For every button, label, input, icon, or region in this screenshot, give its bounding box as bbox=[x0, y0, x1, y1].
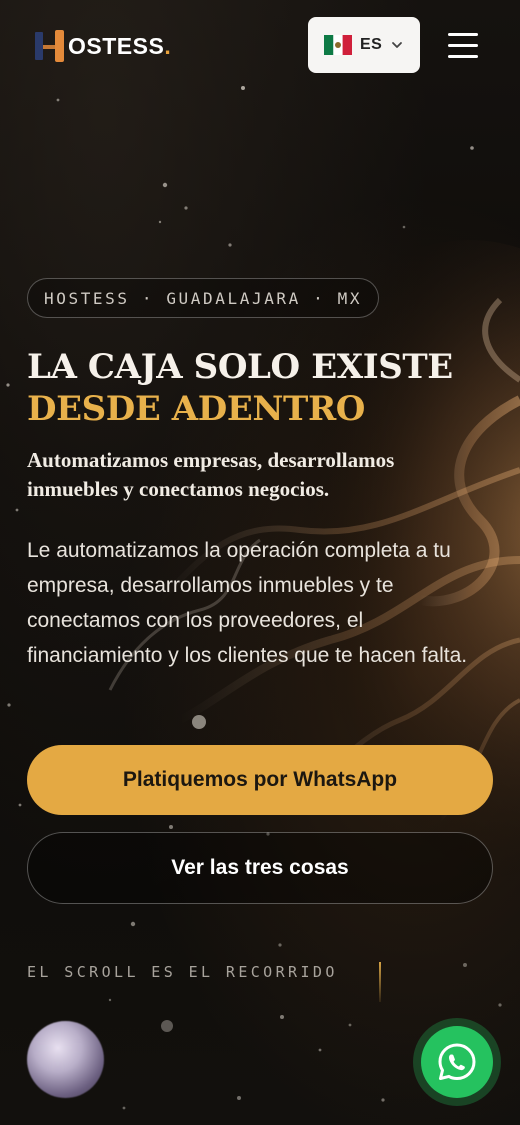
site-header: OSTESS. ES bbox=[0, 0, 520, 92]
chevron-down-icon bbox=[392, 42, 403, 48]
hero-subhead: Automatizamos empresas, desarrollamos in… bbox=[27, 448, 395, 501]
whatsapp-cta-button[interactable]: Platiquemos por WhatsApp bbox=[27, 745, 493, 815]
hamburger-menu-icon bbox=[448, 33, 478, 36]
page: OSTESS. ES HOSTESS · GUADALAJARA · MX LA… bbox=[0, 0, 520, 1125]
hero-headline: LA CAJA SOLO EXISTE DESDE ADENTRO bbox=[27, 346, 507, 430]
decorative-orb bbox=[27, 1021, 104, 1098]
hero-body-text: Le automatizamos la operación completa a… bbox=[27, 539, 468, 667]
whatsapp-icon bbox=[438, 1043, 476, 1080]
language-selector[interactable]: ES bbox=[308, 17, 420, 73]
hamburger-menu-button[interactable] bbox=[446, 30, 482, 60]
location-tag: HOSTESS · GUADALAJARA · MX bbox=[27, 278, 380, 318]
headline-line-2: DESDE ADENTRO bbox=[27, 389, 366, 429]
scroll-hint: EL SCROLL ES EL RECORRIDO bbox=[27, 963, 338, 981]
three-things-button[interactable]: Ver las tres cosas bbox=[27, 832, 493, 904]
scroll-indicator-line bbox=[379, 962, 381, 1002]
brand-logo[interactable]: OSTESS. bbox=[34, 26, 171, 66]
mexico-flag-icon bbox=[324, 35, 352, 55]
language-code: ES bbox=[360, 36, 383, 53]
floating-whatsapp-button[interactable] bbox=[413, 1018, 501, 1106]
logo-mark-icon bbox=[35, 30, 64, 62]
headline-line-1: LA CAJA SOLO EXISTE bbox=[27, 347, 453, 387]
logo-wordmark: OSTESS. bbox=[68, 32, 172, 59]
